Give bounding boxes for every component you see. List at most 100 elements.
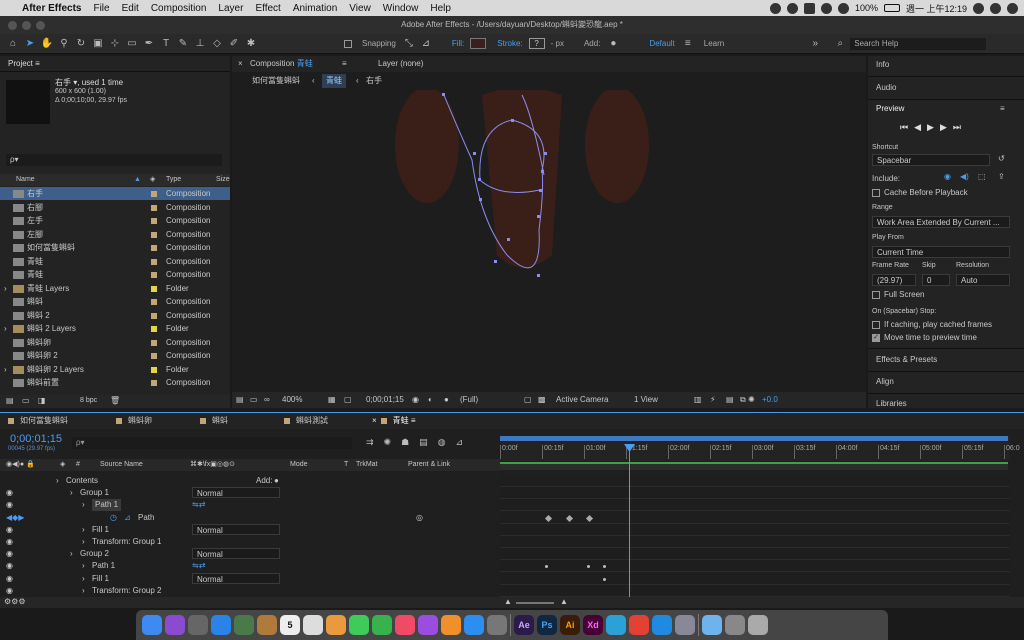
stroke-swatch[interactable]: ? — [528, 38, 545, 49]
flowchart-icon[interactable]: ⧉ — [740, 392, 746, 408]
workspace-learn[interactable]: Learn — [704, 39, 724, 48]
menu-layer[interactable]: Layer — [218, 3, 243, 14]
keyframe-dot[interactable] — [587, 565, 590, 569]
label-color-swatch[interactable] — [151, 353, 157, 359]
music-dock-icon[interactable] — [395, 615, 415, 635]
project-item[interactable]: 蝌蚪卵 2 Composition — [0, 349, 230, 362]
timeline-tab[interactable]: 蝌蚪 — [200, 413, 228, 429]
label-color-swatch[interactable] — [151, 380, 157, 386]
visibility-eye-icon[interactable]: ◉ — [6, 499, 13, 511]
project-item[interactable]: 左手 Composition — [0, 214, 230, 227]
expand-chevron-icon[interactable]: › — [4, 322, 7, 335]
work-area-bar[interactable] — [500, 436, 1008, 441]
visibility-eye-icon[interactable]: ◉ — [6, 560, 13, 572]
full-screen-checkbox[interactable] — [872, 290, 880, 299]
blend-mode-dropdown[interactable]: Normal — [192, 548, 280, 560]
safari-dock-icon[interactable] — [211, 615, 231, 635]
home-icon[interactable]: ⌂ — [6, 37, 20, 51]
col-size[interactable]: Size — [216, 174, 230, 186]
menu-file[interactable]: File — [93, 3, 109, 14]
reset-icon[interactable]: ↺ — [998, 154, 1005, 163]
layer-switches-icon[interactable]: ⌘✱\fx▣◎◍⊙ — [190, 459, 235, 471]
control-center-icon[interactable] — [990, 2, 1001, 14]
timeline-property-row[interactable]: ◉ › Transform: Group 2 — [0, 585, 500, 597]
col-trkmat[interactable]: TrkMat — [356, 459, 378, 471]
expand-chevron-icon[interactable]: › — [4, 282, 7, 295]
timeline-property-row[interactable]: ◉ › Fill 1 Normal — [0, 523, 500, 536]
notes-dock-icon[interactable] — [257, 615, 277, 635]
label-color-swatch[interactable] — [151, 285, 157, 292]
snapshot-icon[interactable]: ◉ — [412, 392, 419, 408]
blend-mode-dropdown[interactable]: Normal — [192, 523, 280, 535]
roi-icon[interactable]: ▢ — [524, 392, 532, 408]
resolution-dropdown-preview[interactable]: Auto — [956, 274, 1010, 286]
keyframe-marker[interactable] — [565, 514, 574, 522]
timeline-tab[interactable]: 如何當隻蝌蚪 — [8, 413, 68, 429]
skip-dropdown[interactable]: 0 — [922, 274, 950, 286]
close-tab-icon[interactable]: × — [372, 416, 377, 425]
full-screen[interactable]: Full Screen — [872, 290, 924, 299]
photoshop-dock-icon[interactable]: Ps — [537, 615, 557, 635]
keyframe-nav-icon[interactable]: ◀◆▶ — [6, 512, 24, 524]
toggle-pixel-icon[interactable]: ▥ — [694, 392, 702, 408]
composition-flowchart-icon[interactable]: ⇉ — [366, 437, 384, 447]
edge-dock-icon[interactable] — [652, 615, 672, 635]
finder-dock-icon[interactable] — [142, 615, 162, 635]
bluetooth-icon[interactable] — [820, 2, 832, 14]
expand-chevron-icon[interactable]: › — [82, 585, 85, 597]
appstore-dock-icon[interactable] — [464, 615, 484, 635]
label-color-swatch[interactable] — [151, 218, 157, 224]
zoom-slider[interactable] — [516, 602, 554, 604]
label-color-swatch[interactable] — [151, 258, 157, 265]
fill-swatch[interactable] — [470, 38, 487, 49]
timeline-property-row[interactable]: ◉ › Group 2 Normal — [0, 548, 500, 560]
timeline-track[interactable] — [500, 511, 1010, 524]
label-color-swatch[interactable] — [151, 339, 157, 346]
bpc-label[interactable]: 8 bpc — [80, 397, 97, 404]
magnification-dropdown[interactable]: 400% — [282, 392, 302, 408]
zoom-in-icon[interactable]: ▲ — [560, 597, 568, 606]
label-col-icon[interactable]: ◈ — [150, 174, 155, 186]
monitor-icon[interactable]: ▭ — [250, 392, 258, 408]
label-color-swatch[interactable] — [151, 272, 157, 278]
input-source-icon[interactable] — [803, 2, 815, 14]
timeline-track[interactable] — [500, 487, 1010, 500]
include-video-icon[interactable]: ◉ — [944, 172, 951, 181]
new-folder-icon[interactable]: ▭ — [22, 396, 30, 405]
selection-tool-icon[interactable]: ➤ — [23, 37, 37, 51]
close-tab-icon[interactable]: × — [238, 56, 243, 72]
add-options-icon[interactable]: ● — [606, 37, 620, 51]
timeline-property-row[interactable]: ◀◆▶ ◷ ⊿ Path ◎ — [0, 512, 500, 524]
snapping-checkbox[interactable] — [344, 39, 352, 48]
search-icon[interactable] — [973, 2, 984, 14]
effects-presets-header[interactable]: Effects & Presets — [876, 355, 937, 364]
resolution-dropdown[interactable]: (Full) — [460, 392, 516, 408]
illustrator-dock-icon[interactable]: Ai — [560, 615, 580, 635]
menu-composition[interactable]: Composition — [151, 3, 207, 14]
system-prefs-dock-icon[interactable] — [487, 615, 507, 635]
brush-tool-icon[interactable]: ✎ — [176, 37, 190, 51]
visibility-eye-icon[interactable]: ◉ — [6, 548, 13, 560]
zoom-out-icon[interactable]: ▲ — [504, 597, 512, 606]
layer-tab[interactable]: Layer (none) — [378, 56, 423, 72]
hand-tool-icon[interactable]: ✋ — [40, 37, 54, 51]
folder-dock-icon[interactable] — [702, 615, 722, 635]
fast-previews-icon[interactable]: ⚡ — [710, 392, 716, 408]
project-item[interactable]: 左腳 Composition — [0, 228, 230, 241]
stop-option-1[interactable]: If caching, play cached frames — [872, 320, 992, 329]
timeline-track[interactable] — [500, 499, 1010, 512]
preview-panel-header[interactable]: Preview — [876, 104, 904, 113]
timeline-property-row[interactable]: ◉ › Group 1 Normal — [0, 487, 500, 499]
project-item[interactable]: › 蝌蚪卵 2 Layers Folder — [0, 363, 230, 376]
roto-brush-tool-icon[interactable]: ✐ — [227, 37, 241, 51]
label-color-swatch[interactable] — [151, 245, 157, 251]
puppet-tool-icon[interactable]: ✱ — [244, 37, 258, 51]
keyframe-dot[interactable] — [603, 565, 606, 569]
screenshot-dock-icon[interactable] — [725, 615, 745, 635]
project-item[interactable]: 青蛙 Composition — [0, 255, 230, 268]
prev-frame-icon[interactable]: ◀ — [914, 122, 927, 132]
telegram-dock-icon[interactable] — [606, 615, 626, 635]
expand-chevron-icon[interactable]: › — [82, 524, 85, 536]
search-help-icon[interactable]: ⌕ — [833, 37, 847, 51]
siri-dock-icon[interactable] — [165, 615, 185, 635]
